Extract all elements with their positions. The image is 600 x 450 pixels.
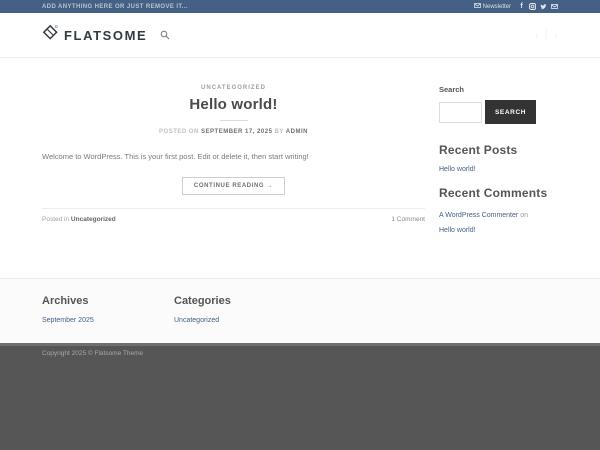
footer-widgets: Archives September 2025 Categories Uncat… <box>0 278 600 343</box>
post-date[interactable]: SEPTEMBER 17, 2025 <box>201 129 272 135</box>
envelope-icon <box>474 3 481 10</box>
categories-title: Categories <box>174 295 306 307</box>
flatsome-gem-icon <box>42 24 59 46</box>
posted-in-label: Posted in <box>42 216 69 223</box>
comment-connector: on <box>520 212 528 219</box>
divider: │ <box>543 30 549 41</box>
comment-author-link[interactable]: A WordPress Commenter <box>439 212 518 219</box>
search-icon[interactable] <box>160 30 170 40</box>
search-button[interactable]: SEARCH <box>485 100 536 124</box>
post-meta: POSTED ON SEPTEMBER 17, 2025 BY ADMIN <box>42 129 425 135</box>
newsletter-label: Newsletter <box>483 4 511 10</box>
archive-link[interactable]: September 2025 <box>42 317 174 324</box>
by-label: BY <box>275 129 284 135</box>
email-icon[interactable] <box>551 3 558 10</box>
blog-post: UNCATEGORIZED Hello world! POSTED ON SEP… <box>42 85 425 238</box>
post-title[interactable]: Hello world! <box>42 96 425 113</box>
category-footer-link[interactable]: Uncategorized <box>174 317 306 324</box>
copyright-text: Copyright 2025 © Flatsome Theme <box>42 350 143 357</box>
twitter-icon[interactable] <box>540 3 547 10</box>
newsletter-link[interactable]: Newsletter <box>474 3 511 10</box>
divider <box>220 120 248 121</box>
posted-on-label: POSTED ON <box>159 129 199 135</box>
post-excerpt: Welcome to WordPress. This is your first… <box>42 152 425 163</box>
archives-title: Archives <box>42 295 174 307</box>
comment-post-link[interactable]: Hello world! <box>439 227 476 234</box>
search-widget-label: Search <box>439 85 558 94</box>
post-category-label[interactable]: UNCATEGORIZED <box>42 85 425 91</box>
recent-posts-title: Recent Posts <box>439 143 558 157</box>
absolute-footer: Copyright 2025 © Flatsome Theme <box>0 343 600 450</box>
main-content: UNCATEGORIZED Hello world! POSTED ON SEP… <box>0 58 600 278</box>
header-nav-arrows: ‹ │ › <box>535 30 558 41</box>
categories-widget: Categories Uncategorized <box>174 295 306 324</box>
archives-widget: Archives September 2025 <box>42 295 174 324</box>
site-logo[interactable]: FLATSOME <box>42 24 147 46</box>
topbar-promo-text: ADD ANYTHING HERE OR JUST REMOVE IT... <box>42 4 188 10</box>
search-input[interactable] <box>439 102 482 123</box>
category-link[interactable]: Uncategorized <box>71 216 116 223</box>
chevron-left-icon[interactable]: ‹ <box>535 30 538 41</box>
instagram-icon[interactable] <box>529 3 536 10</box>
recent-comments-title: Recent Comments <box>439 186 558 200</box>
comments-link[interactable]: 1 Comment <box>391 216 425 223</box>
continue-reading-button[interactable]: CONTINUE READING → <box>182 177 285 195</box>
top-bar: ADD ANYTHING HERE OR JUST REMOVE IT... N… <box>0 0 600 13</box>
entry-meta-row: Posted in Uncategorized 1 Comment <box>42 208 425 223</box>
site-header: FLATSOME ‹ │ › <box>0 13 600 58</box>
post-author[interactable]: ADMIN <box>286 129 308 135</box>
logo-text: FLATSOME <box>64 28 147 43</box>
sidebar: Search SEARCH Recent Posts Hello world! … <box>439 85 558 238</box>
recent-post-link[interactable]: Hello world! <box>439 166 558 173</box>
recent-comment-item: A WordPress Commenter on Hello world! <box>439 209 558 238</box>
facebook-icon[interactable]: f <box>518 3 525 10</box>
chevron-right-icon[interactable]: › <box>555 30 558 41</box>
